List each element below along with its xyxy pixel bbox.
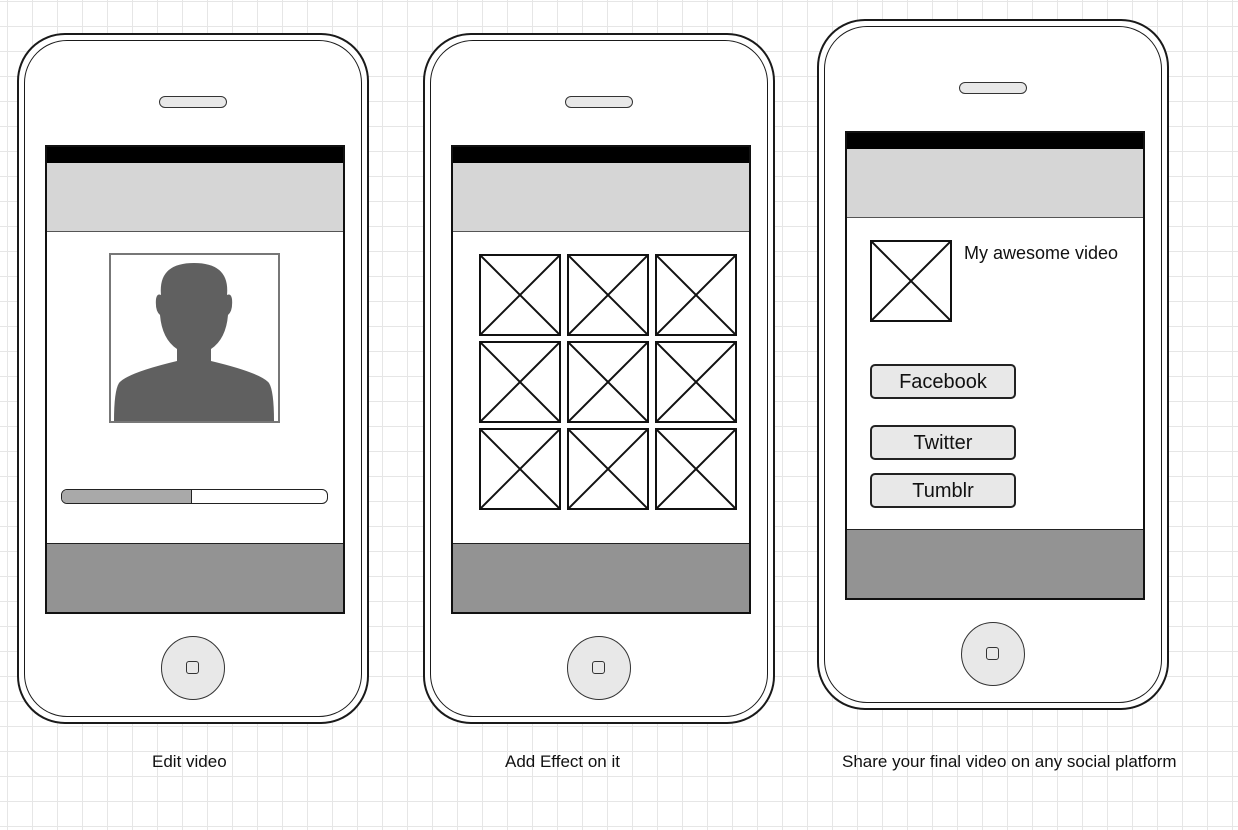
- effect-thumbnail[interactable]: [479, 428, 561, 510]
- image-placeholder-icon: [569, 430, 647, 508]
- effect-thumbnail[interactable]: [567, 254, 649, 336]
- screen-footer: [453, 543, 749, 612]
- tumblr-share-button[interactable]: Tumblr: [870, 473, 1016, 508]
- screen-header: [47, 163, 343, 232]
- speaker-icon: [959, 82, 1027, 94]
- image-placeholder-icon: [657, 256, 735, 334]
- caption-add-effect: Add Effect on it: [505, 752, 620, 771]
- progress-fill: [62, 490, 192, 503]
- speaker-icon: [565, 96, 633, 108]
- screen-footer: [47, 543, 343, 612]
- home-square-icon: [592, 661, 605, 674]
- phone-screen: [45, 145, 345, 614]
- effect-thumbnail[interactable]: [567, 428, 649, 510]
- effect-thumbnail[interactable]: [567, 341, 649, 423]
- home-button[interactable]: [161, 636, 225, 700]
- phone-edit-video: [17, 33, 369, 724]
- image-placeholder-icon: [657, 343, 735, 421]
- image-placeholder-icon: [569, 256, 647, 334]
- phone-add-effect: [423, 33, 775, 724]
- effect-thumbnail[interactable]: [655, 341, 737, 423]
- twitter-share-button[interactable]: Twitter: [870, 425, 1016, 460]
- image-placeholder-icon: [481, 430, 559, 508]
- screen-header: [453, 163, 749, 232]
- home-button[interactable]: [961, 622, 1025, 686]
- facebook-share-button[interactable]: Facebook: [870, 364, 1016, 399]
- effect-thumbnail[interactable]: [655, 254, 737, 336]
- effect-thumbnail[interactable]: [655, 428, 737, 510]
- caption-share: Share your final video on any social pla…: [842, 752, 1177, 771]
- home-square-icon: [986, 647, 999, 660]
- image-placeholder-icon: [870, 240, 952, 322]
- phone-share: My awesome video Facebook Twitter Tumblr: [817, 19, 1169, 710]
- video-title: My awesome video: [964, 243, 1119, 263]
- status-bar: [453, 147, 749, 163]
- image-placeholder-icon: [481, 256, 559, 334]
- phone-screen: [451, 145, 751, 614]
- phone-screen: My awesome video Facebook Twitter Tumblr: [845, 131, 1145, 600]
- home-button[interactable]: [567, 636, 631, 700]
- home-square-icon: [186, 661, 199, 674]
- screen-header: [847, 149, 1143, 218]
- image-placeholder-icon: [569, 343, 647, 421]
- speaker-icon: [159, 96, 227, 108]
- image-placeholder-icon: [657, 430, 735, 508]
- caption-edit-video: Edit video: [152, 752, 227, 771]
- status-bar: [47, 147, 343, 163]
- effect-thumbnail[interactable]: [479, 341, 561, 423]
- user-silhouette-icon: [109, 253, 280, 423]
- image-placeholder-icon: [481, 343, 559, 421]
- video-progress-bar[interactable]: [61, 489, 328, 504]
- screen-footer: [847, 529, 1143, 598]
- effect-thumbnail[interactable]: [479, 254, 561, 336]
- status-bar: [847, 133, 1143, 149]
